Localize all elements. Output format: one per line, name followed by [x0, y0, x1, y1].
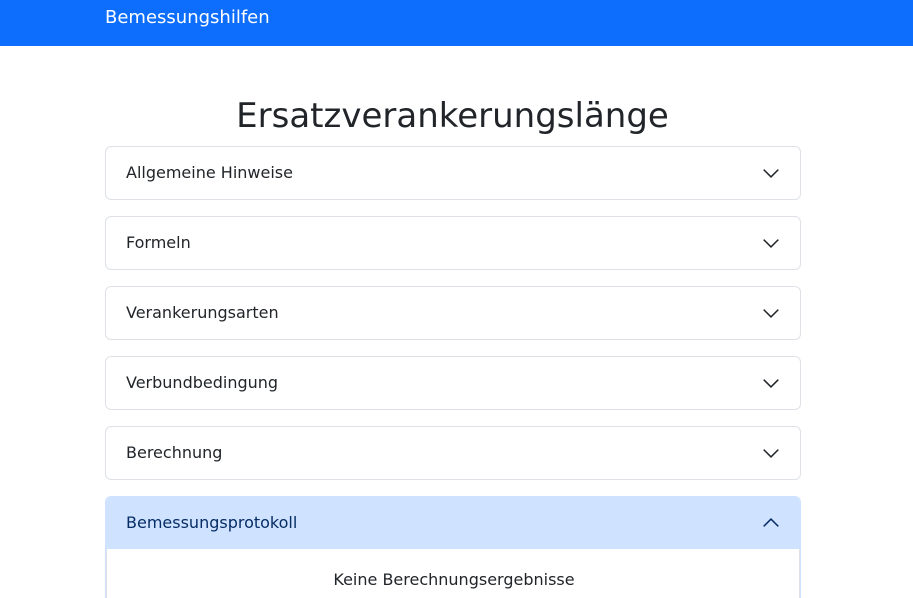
accordion-header-verankerungsarten[interactable]: Verankerungsarten — [106, 287, 800, 339]
accordion-item-verbundbedingung: Verbundbedingung — [105, 356, 801, 410]
navbar-brand[interactable]: Bemessungshilfen — [105, 7, 270, 29]
chevron-down-icon — [763, 309, 779, 319]
accordion-header-label: Verankerungsarten — [126, 303, 279, 322]
accordion-item-bemessungsprotokoll: Bemessungsprotokoll Keine Berechnungserg… — [105, 496, 801, 598]
accordion-header-label: Berechnung — [126, 443, 223, 462]
accordion-item-allgemeine-hinweise: Allgemeine Hinweise — [105, 146, 801, 200]
accordion-header-verbundbedingung[interactable]: Verbundbedingung — [106, 357, 800, 409]
accordion-header-formeln[interactable]: Formeln — [106, 217, 800, 269]
chevron-down-icon — [763, 449, 779, 459]
chevron-up-icon — [763, 517, 779, 527]
accordion-item-verankerungsarten: Verankerungsarten — [105, 286, 801, 340]
accordion-item-berechnung: Berechnung — [105, 426, 801, 480]
accordion-header-bemessungsprotokoll[interactable]: Bemessungsprotokoll — [106, 497, 800, 549]
accordion-header-label: Bemessungsprotokoll — [126, 513, 298, 532]
accordion-header-allgemeine-hinweise[interactable]: Allgemeine Hinweise — [106, 147, 800, 199]
accordion-header-label: Formeln — [126, 233, 191, 252]
no-results-text: Keine Berechnungsergebnisse — [333, 570, 575, 589]
accordion-header-label: Verbundbedingung — [126, 373, 279, 392]
chevron-down-icon — [763, 379, 779, 389]
page-title: Ersatzverankerungslänge — [236, 96, 669, 136]
accordion-body-bemessungsprotokoll: Keine Berechnungsergebnisse — [106, 549, 800, 598]
navbar: Bemessungshilfen — [0, 0, 913, 46]
accordion-header-berechnung[interactable]: Berechnung — [106, 427, 800, 479]
accordion-item-formeln: Formeln — [105, 216, 801, 270]
chevron-down-icon — [763, 169, 779, 179]
accordion-header-label: Allgemeine Hinweise — [126, 163, 293, 182]
chevron-down-icon — [763, 239, 779, 249]
